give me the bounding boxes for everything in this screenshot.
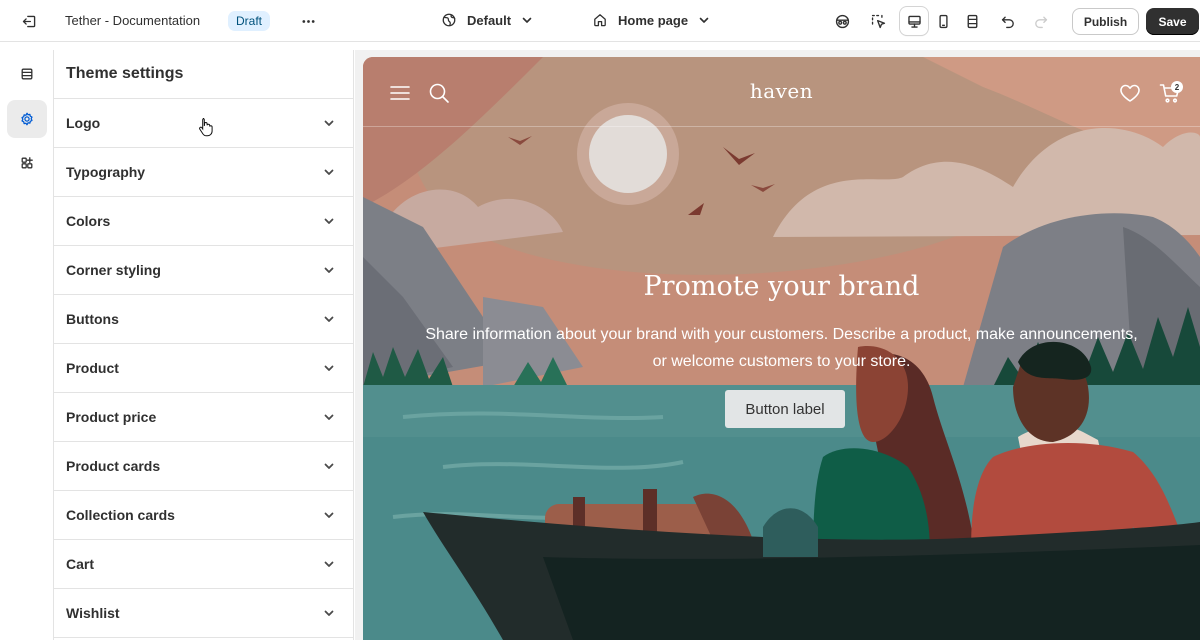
settings-section-product-price[interactable]: Product price (54, 393, 353, 442)
section-label: Typography (66, 164, 146, 180)
undo-icon[interactable] (994, 7, 1022, 35)
chevron-down-icon (324, 365, 334, 371)
globe-icon (442, 13, 456, 27)
chevron-down-icon (324, 610, 334, 616)
settings-section-typography[interactable]: Typography (54, 148, 353, 197)
section-label: Colors (66, 213, 111, 229)
inspector-icon[interactable] (828, 7, 856, 35)
chevron-down-icon (324, 561, 334, 567)
store-preview[interactable]: haven 2 Promote your brand Share informa… (363, 57, 1200, 640)
select-element-icon[interactable] (864, 7, 892, 35)
settings-section-colors[interactable]: Colors (54, 197, 353, 246)
top-bar: Tether - Documentation Draft Default Hom… (0, 0, 1200, 42)
section-label: Product price (66, 409, 157, 425)
mobile-view-icon[interactable] (929, 7, 957, 35)
chevron-down-icon (324, 169, 334, 175)
chevron-down-icon (699, 17, 709, 23)
section-label: Collection cards (66, 507, 175, 523)
desktop-view-icon[interactable] (900, 7, 928, 35)
chevron-down-icon (324, 316, 334, 322)
theme-selector-label: Default (467, 12, 512, 28)
settings-section-cart[interactable]: Cart (54, 540, 353, 589)
full-width-view-icon[interactable] (958, 7, 986, 35)
section-label: Buttons (66, 311, 119, 327)
settings-section-buttons[interactable]: Buttons (54, 295, 353, 344)
theme-selector[interactable]: Default (441, 12, 533, 28)
app-title: Tether - Documentation (65, 13, 201, 28)
chevron-down-icon (324, 463, 334, 469)
theme-settings-panel: Theme settings Logo Typography Colors Co… (54, 50, 354, 640)
save-button[interactable]: Save (1146, 8, 1199, 35)
settings-section-product-cards[interactable]: Product cards (54, 442, 353, 491)
theme-settings-icon[interactable] (7, 100, 47, 138)
apps-icon[interactable] (7, 144, 47, 182)
more-actions-icon[interactable] (294, 7, 322, 35)
hero-subtitle: Share information about your brand with … (425, 326, 1138, 370)
chevron-down-icon (324, 267, 334, 273)
hero-button[interactable]: Button label (725, 390, 845, 428)
sections-icon[interactable] (7, 55, 47, 93)
store-logo[interactable]: haven (363, 79, 1200, 103)
wishlist-heart-icon[interactable] (1118, 81, 1142, 105)
chevron-down-icon (522, 17, 532, 23)
settings-section-wishlist[interactable]: Wishlist (54, 589, 353, 638)
left-rail (0, 50, 54, 640)
section-label: Wishlist (66, 605, 120, 621)
settings-section-product[interactable]: Product (54, 344, 353, 393)
page-selector[interactable]: Home page (592, 12, 710, 28)
settings-section-collection-cards[interactable]: Collection cards (54, 491, 353, 540)
panel-title: Theme settings (54, 50, 353, 99)
redo-icon[interactable] (1026, 7, 1054, 35)
section-label: Cart (66, 556, 95, 572)
page-selector-label: Home page (618, 12, 689, 28)
chevron-down-icon (324, 512, 334, 518)
status-badge: Draft (228, 11, 271, 31)
exit-icon[interactable] (15, 7, 43, 35)
home-icon (594, 14, 606, 27)
chevron-down-icon (324, 218, 334, 224)
settings-section-corner-styling[interactable]: Corner styling (54, 246, 353, 295)
cart-count-badge: 2 (1171, 81, 1183, 93)
section-label: Product (66, 360, 119, 376)
hand-cursor-icon (199, 118, 213, 137)
chevron-down-icon (324, 414, 334, 420)
chevron-down-icon (324, 120, 334, 126)
hero-title: Promote your brand (643, 271, 920, 302)
store-header: haven 2 (363, 57, 1200, 127)
publish-button[interactable]: Publish (1072, 8, 1139, 35)
section-label: Corner styling (66, 262, 161, 278)
section-label: Logo (66, 115, 101, 131)
section-label: Product cards (66, 458, 161, 474)
